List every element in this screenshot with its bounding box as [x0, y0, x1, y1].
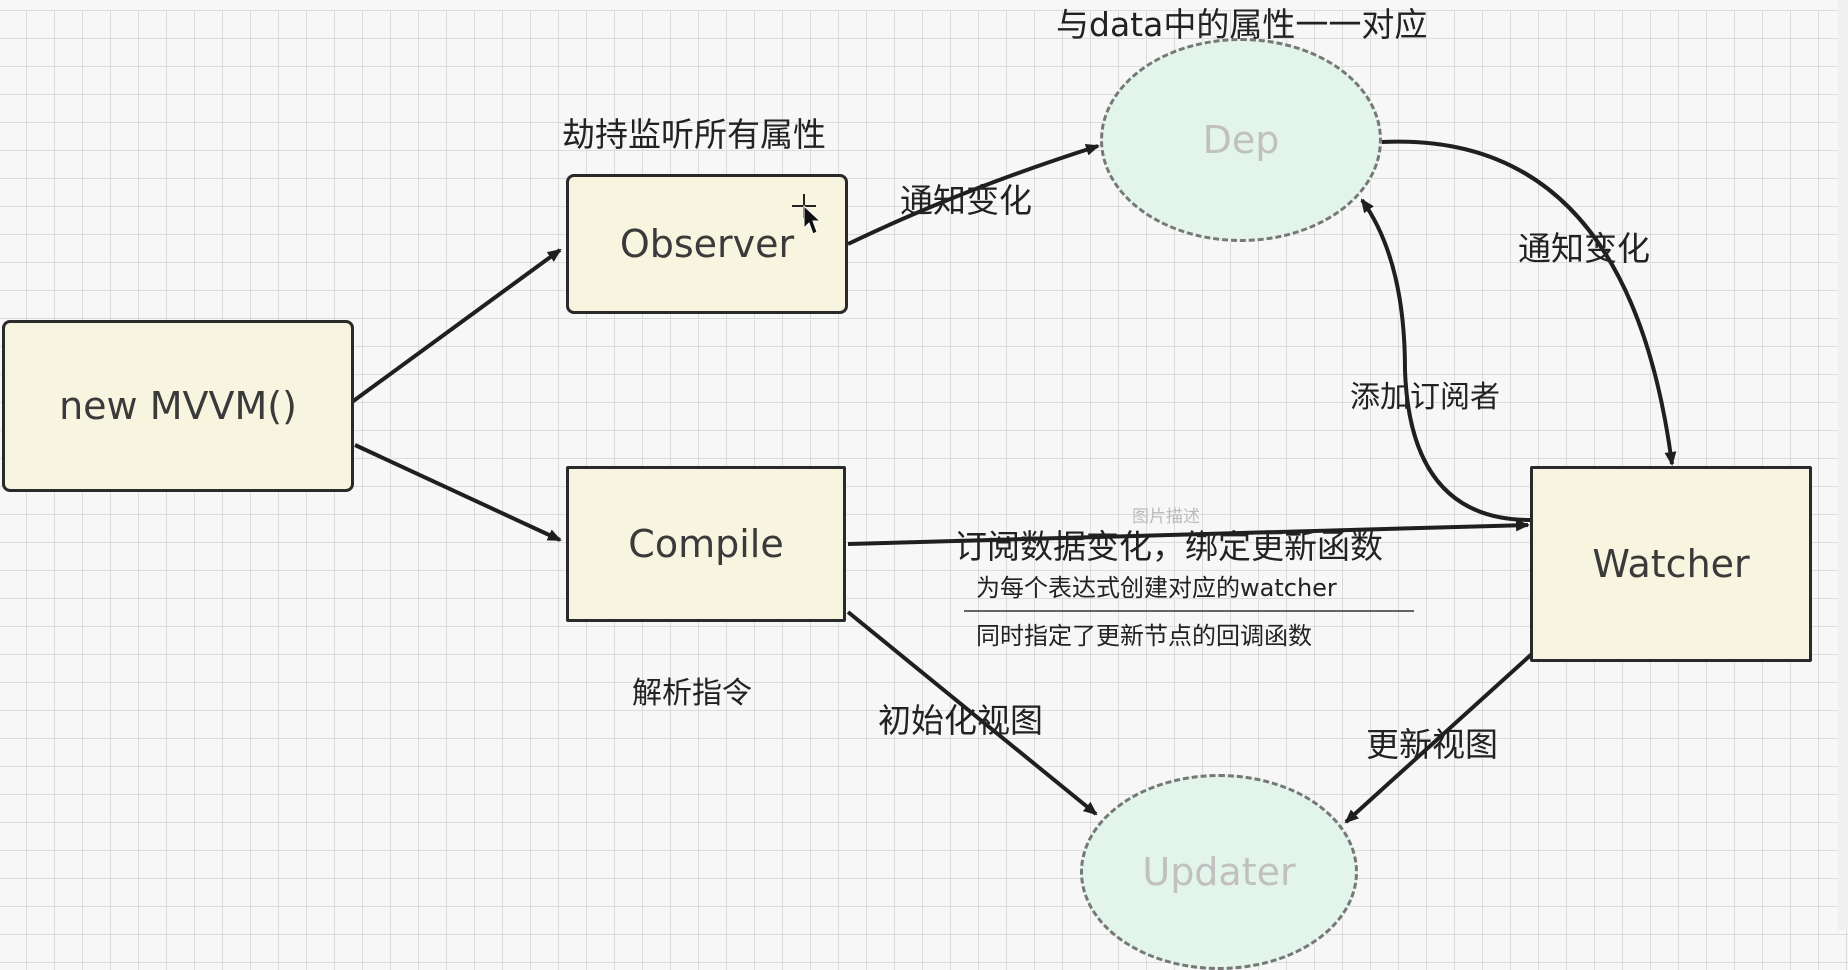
- notify-change-label-left: 通知变化: [900, 181, 1032, 220]
- mvvm-node[interactable]: new MVVM(): [2, 320, 354, 492]
- mvvm-node-label: new MVVM(): [59, 384, 297, 428]
- update-callback-label: 同时指定了更新节点的回调函数: [976, 622, 1312, 650]
- arrow-mvvm-to-observer: [350, 248, 562, 404]
- observer-description-label: 劫持监听所有属性: [562, 115, 826, 154]
- parse-directives-label: 解析指令: [632, 676, 752, 711]
- arrow-mvvm-to-compile: [354, 443, 562, 542]
- subscribe-bind-label: 订阅数据变化，绑定更新函数: [954, 527, 1383, 566]
- dep-description-label: 与data中的属性一一对应: [1056, 5, 1428, 44]
- create-watcher-label: 为每个表达式创建对应的watcher: [976, 574, 1337, 602]
- watcher-node[interactable]: Watcher: [1530, 466, 1812, 662]
- add-subscriber-label: 添加订阅者: [1350, 380, 1500, 415]
- dep-node-label: Dep: [1202, 118, 1280, 162]
- updater-node-label: Updater: [1142, 850, 1296, 894]
- compile-node-label: Compile: [628, 522, 784, 566]
- observer-node-label: Observer: [619, 222, 795, 266]
- watcher-node-label: Watcher: [1592, 542, 1750, 586]
- dep-node[interactable]: Dep: [1100, 38, 1382, 242]
- mouse-cursor-icon: [792, 194, 822, 235]
- update-view-label: 更新视图: [1366, 725, 1498, 764]
- compile-node[interactable]: Compile: [566, 466, 846, 622]
- updater-node[interactable]: Updater: [1080, 774, 1358, 970]
- notify-change-label-right: 通知变化: [1518, 229, 1650, 268]
- init-view-label: 初始化视图: [878, 701, 1043, 740]
- arrow-watcher-to-dep: [1360, 198, 1531, 522]
